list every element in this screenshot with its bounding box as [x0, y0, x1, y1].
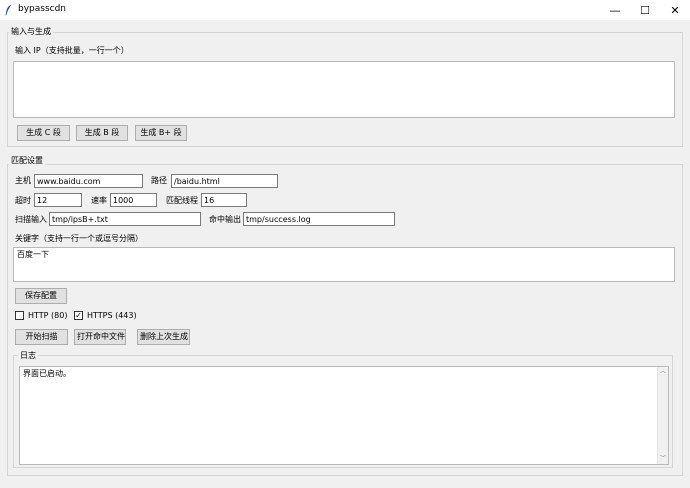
log-content: 界面已启动。: [23, 369, 71, 378]
scan-input-label: 扫描输入: [15, 215, 47, 224]
generate-b-button[interactable]: 生成 B 段: [76, 125, 128, 141]
maximize-button[interactable]: ☐: [630, 0, 660, 20]
http-checkbox[interactable]: HTTP (80): [15, 311, 67, 320]
timeout-input[interactable]: [34, 193, 82, 207]
hit-output-path[interactable]: [243, 212, 395, 226]
check-icon: ✓: [75, 310, 82, 320]
minimize-button[interactable]: —: [600, 0, 630, 20]
keyword-textarea[interactable]: 百度一下: [13, 247, 675, 282]
close-icon: ✕: [670, 3, 680, 17]
path-label: 路径: [151, 176, 167, 185]
path-input[interactable]: [171, 174, 278, 188]
threads-label: 匹配线程: [166, 196, 198, 205]
log-textarea[interactable]: 界面已启动。: [19, 366, 669, 465]
http-checkbox-label: HTTP (80): [28, 311, 68, 320]
https-checkbox[interactable]: ✓ HTTPS (443): [74, 311, 137, 320]
feather-icon: [5, 4, 12, 16]
match-settings-legend: 匹配设置: [9, 156, 45, 166]
maximize-icon: ☐: [640, 3, 650, 17]
host-label: 主机: [15, 176, 31, 185]
scroll-up-icon[interactable]: ︿: [658, 367, 668, 377]
ip-input-textarea[interactable]: [13, 61, 675, 118]
close-button[interactable]: ✕: [660, 0, 690, 20]
input-group-legend: 输入与生成: [9, 27, 53, 37]
rate-input[interactable]: [110, 193, 157, 207]
scan-input-path[interactable]: [49, 212, 201, 226]
open-hits-button[interactable]: 打开命中文件: [74, 329, 126, 345]
window-title: bypasscdn: [18, 4, 67, 14]
scroll-down-icon[interactable]: ﹀: [658, 454, 668, 464]
keyword-label: 关键字（支持一行一个或逗号分隔）: [15, 234, 143, 243]
start-scan-button[interactable]: 开始扫描: [15, 329, 68, 345]
generate-c-button[interactable]: 生成 C 段: [17, 125, 70, 141]
http-checkbox-box[interactable]: [15, 311, 24, 320]
https-checkbox-box[interactable]: ✓: [74, 311, 83, 320]
threads-input[interactable]: [201, 193, 247, 207]
delete-last-button[interactable]: 删除上次生成: [137, 329, 190, 345]
generate-bplus-button[interactable]: 生成 B+ 段: [135, 125, 187, 141]
rate-label: 速率: [91, 196, 107, 205]
ip-input-label: 输入 IP（支持批量，一行一个）: [15, 46, 129, 55]
title-bar: bypasscdn — ☐ ✕: [0, 0, 690, 20]
host-input[interactable]: [34, 174, 143, 188]
log-legend: 日志: [18, 351, 38, 361]
log-scrollbar[interactable]: ︿ ﹀: [657, 367, 668, 464]
https-checkbox-label: HTTPS (443): [87, 311, 137, 320]
minimize-icon: —: [609, 3, 621, 17]
timeout-label: 超时: [15, 196, 31, 205]
hit-output-label: 命中输出: [209, 215, 241, 224]
save-config-button[interactable]: 保存配置: [15, 288, 67, 304]
